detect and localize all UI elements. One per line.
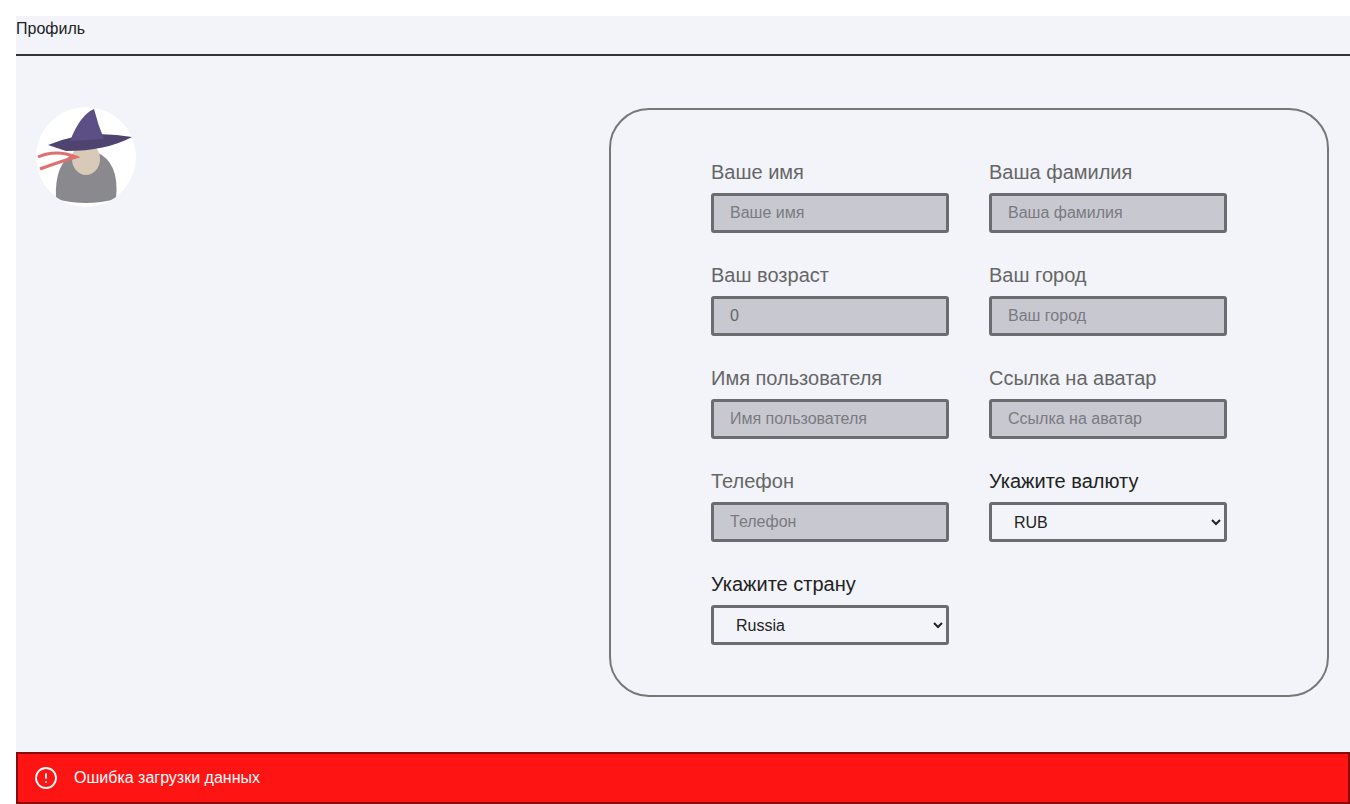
field-input[interactable] bbox=[989, 193, 1227, 233]
main: Ваше имя Ваша фамилия Ваш возраст Ваш город… bbox=[16, 56, 1350, 749]
form-field: Ваш город bbox=[989, 263, 1227, 336]
form-field: Ваш возраст bbox=[711, 263, 949, 336]
field-input[interactable] bbox=[989, 399, 1227, 439]
field-label: Ссылка на аватар bbox=[989, 366, 1227, 390]
form-field: Укажите страну Russia bbox=[711, 572, 949, 645]
field-input[interactable] bbox=[989, 296, 1227, 336]
form-field: Укажите валюту RUB bbox=[989, 469, 1227, 542]
field-label: Ваш город bbox=[989, 263, 1227, 287]
field-label: Ваше имя bbox=[711, 160, 949, 184]
content: ПрофильВаше имяВаша фамилияВаш возрастВа… bbox=[16, 16, 1350, 804]
field-label: Имя пользователя bbox=[711, 366, 949, 390]
header: Профиль bbox=[16, 16, 1350, 56]
field-label: Ваш возраст bbox=[711, 263, 949, 287]
header-title: Профиль bbox=[16, 20, 85, 37]
field-select[interactable]: RUB bbox=[989, 502, 1227, 542]
field-input[interactable] bbox=[711, 502, 949, 542]
form-field: Ваше имя bbox=[711, 160, 949, 233]
profile-form: Ваше имя Ваша фамилия Ваш возраст Ваш город… bbox=[609, 108, 1329, 697]
field-select[interactable]: Russia bbox=[711, 605, 949, 645]
form-field: Имя пользователя bbox=[711, 366, 949, 439]
field-label: Ваша фамилия bbox=[989, 160, 1227, 184]
form-field: Ваша фамилия bbox=[989, 160, 1227, 233]
field-input[interactable] bbox=[711, 193, 949, 233]
field-label: Укажите страну bbox=[711, 572, 949, 596]
error-banner: Ошибка загрузки данных bbox=[16, 752, 1350, 804]
field-input[interactable] bbox=[711, 296, 949, 336]
field-label: Укажите валюту bbox=[989, 469, 1227, 493]
field-input[interactable] bbox=[711, 399, 949, 439]
avatar bbox=[36, 107, 136, 207]
form-field: Ссылка на аватар bbox=[989, 366, 1227, 439]
alert-icon bbox=[34, 766, 58, 790]
page: ПрофильВаше имяВаша фамилияВаш возрастВа… bbox=[0, 0, 1350, 804]
form-field: Телефон bbox=[711, 469, 949, 542]
field-label: Телефон bbox=[711, 469, 949, 493]
avatar-image bbox=[36, 107, 136, 207]
error-message: Ошибка загрузки данных bbox=[74, 766, 260, 790]
